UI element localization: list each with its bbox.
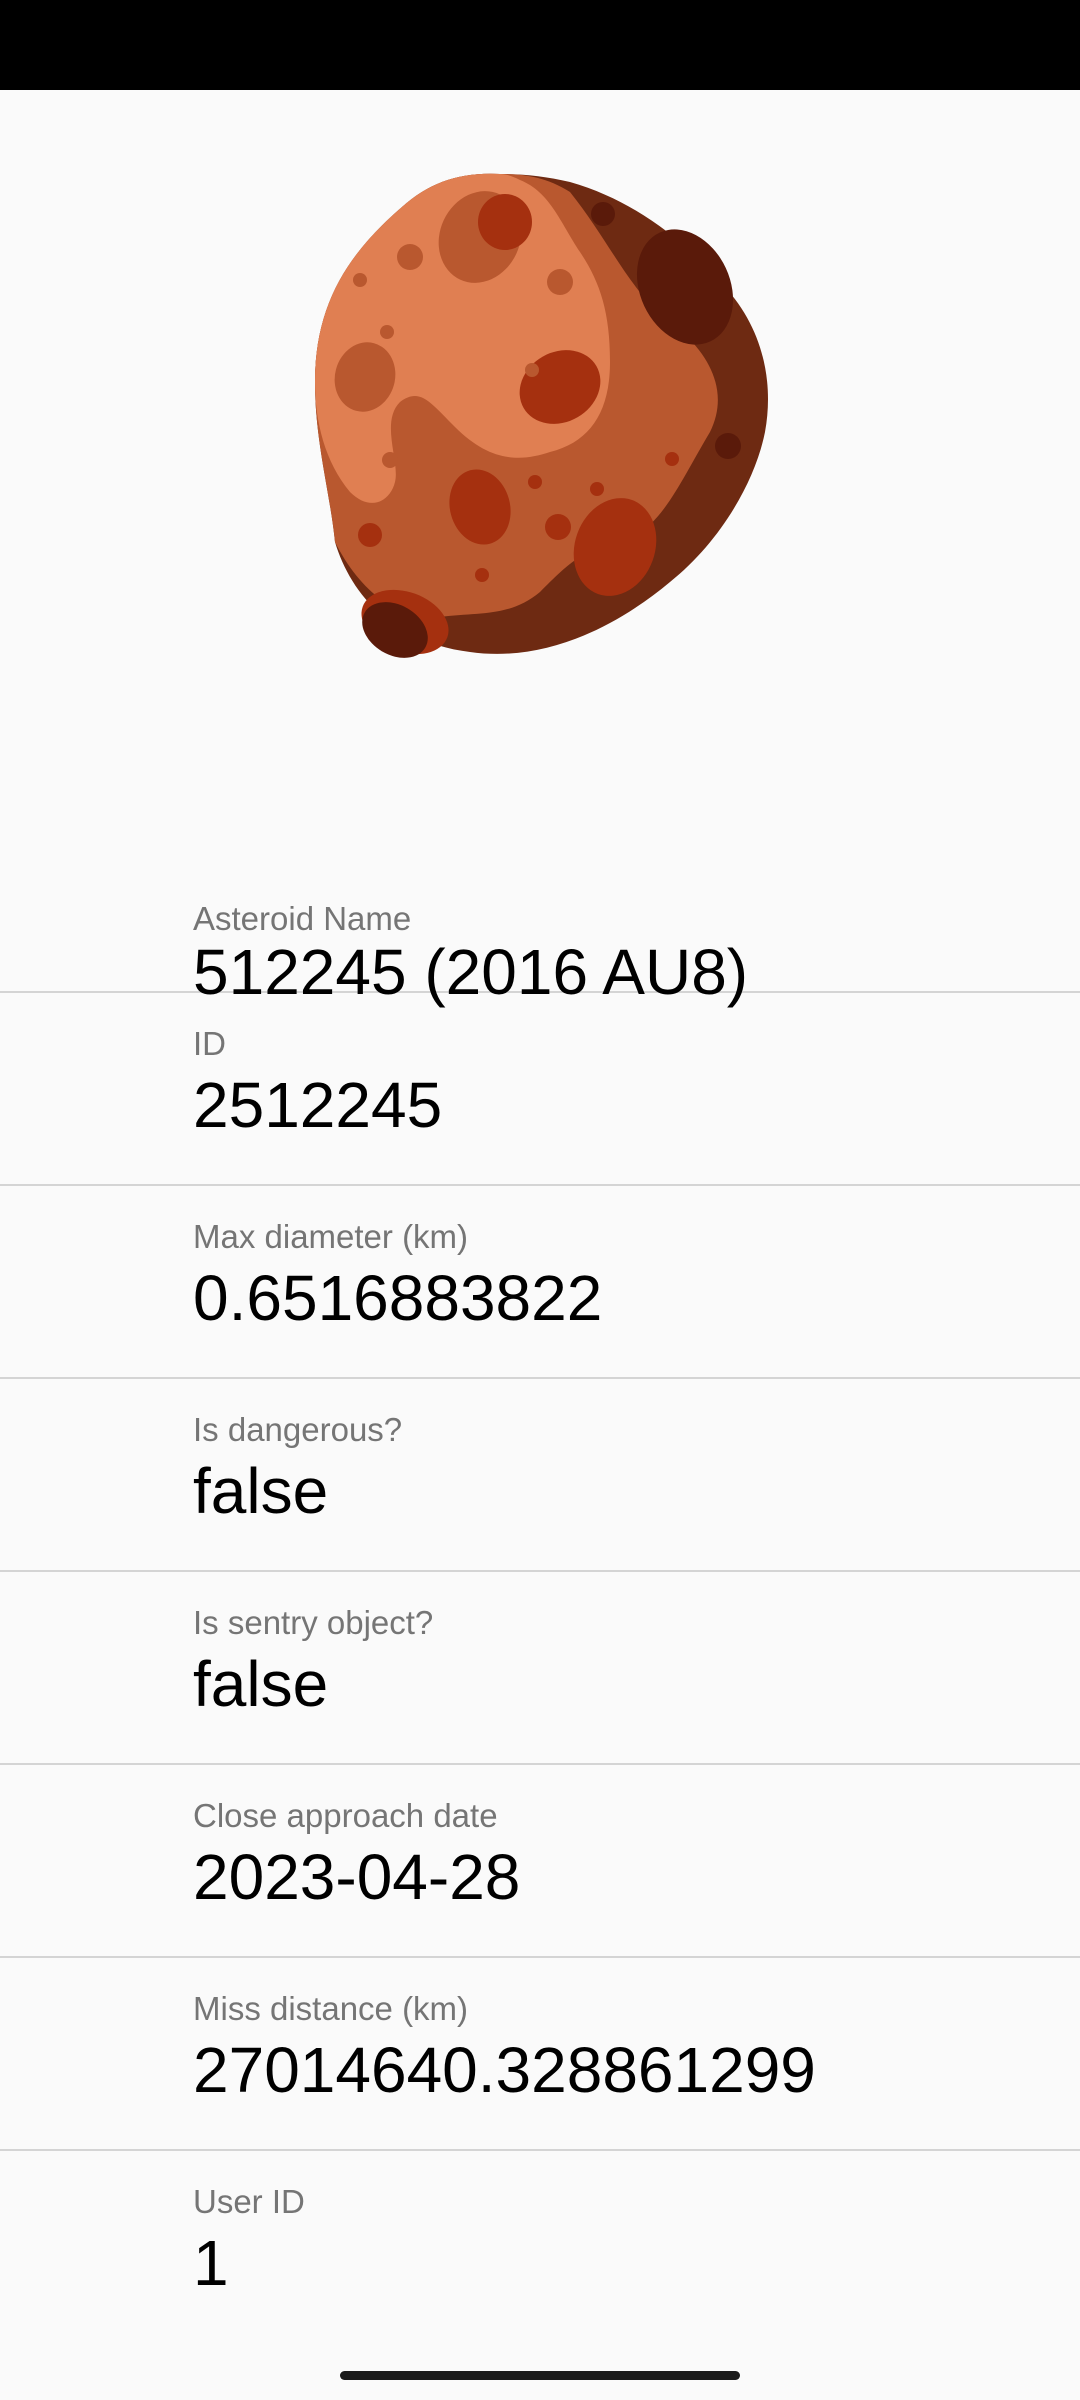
status-bar: [0, 0, 1080, 90]
field-row-close-approach-date: Close approach date 2023-04-28: [0, 1765, 1080, 1958]
field-label: Is sentry object?: [193, 1604, 434, 1641]
field-value: 2512245: [193, 1069, 443, 1141]
field-label: Close approach date: [193, 1797, 498, 1834]
field-value: 27014640.328861299: [193, 2034, 816, 2106]
asteroid-icon: [315, 173, 768, 658]
field-label: Asteroid Name: [193, 900, 412, 937]
field-row-max-diameter: Max diameter (km) 0.6516883822: [0, 1186, 1080, 1379]
field-label: Max diameter (km): [193, 1218, 469, 1255]
field-value: 1: [193, 2227, 229, 2299]
field-value: false: [193, 1648, 329, 1720]
field-row-user-id: User ID 1: [0, 2151, 1080, 2344]
field-value: false: [193, 1455, 329, 1527]
field-label: ID: [193, 1025, 226, 1062]
field-row-is-sentry-object: Is sentry object? false: [0, 1572, 1080, 1765]
field-label: Is dangerous?: [193, 1411, 403, 1448]
asteroid-detail-screen: Asteroid Name 512245 (2016 AU8) ID 25122…: [0, 90, 1080, 2355]
field-value: 0.6516883822: [193, 1262, 603, 1334]
home-indicator[interactable]: [340, 2371, 740, 2380]
field-row-id: ID 2512245: [0, 993, 1080, 1186]
field-row-is-dangerous: Is dangerous? false: [0, 1379, 1080, 1572]
field-value: 2023-04-28: [193, 1841, 521, 1913]
field-label: Miss distance (km): [193, 1990, 469, 2027]
field-row-asteroid-name: Asteroid Name 512245 (2016 AU8): [0, 802, 1080, 1004]
field-row-miss-distance: Miss distance (km) 27014640.328861299: [0, 1958, 1080, 2151]
asteroid-image-container: [0, 90, 1080, 790]
asteroid-field-list: Asteroid Name 512245 (2016 AU8) ID 25122…: [0, 802, 1080, 2344]
field-label: User ID: [193, 2183, 305, 2220]
